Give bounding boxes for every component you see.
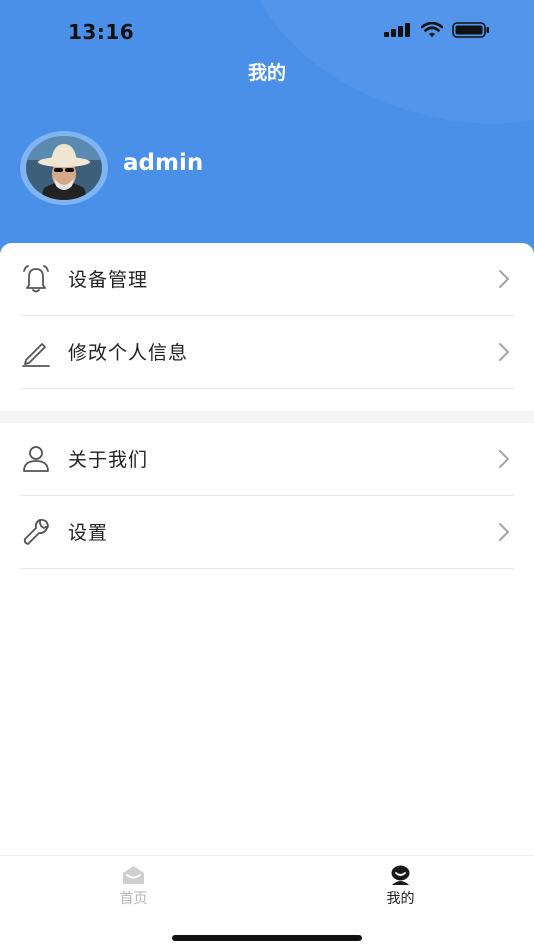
bell-icon (23, 265, 49, 293)
tab-home[interactable]: 首页 (0, 856, 267, 926)
menu-item-label: 修改个人信息 (68, 342, 189, 364)
status-bar: 13:16 (0, 0, 534, 64)
menu-item-edit-profile[interactable]: 修改个人信息 (20, 316, 514, 389)
user-icon (23, 446, 49, 472)
avatar[interactable] (20, 131, 108, 205)
chevron-right-icon (499, 343, 509, 361)
status-icons (384, 22, 490, 38)
tab-home-label: 首页 (119, 891, 148, 907)
chevron-right-icon (499, 450, 509, 468)
avatar-image (26, 136, 102, 200)
profile-screen: 13:16 我的 admin 设备管理 修改个人信息 关于我们 设置 首页 我的 (0, 0, 534, 950)
pencil-icon (22, 343, 50, 367)
menu-item-device-management[interactable]: 设备管理 (20, 243, 514, 316)
tab-profile-label: 我的 (386, 891, 415, 907)
wrench-icon (23, 518, 49, 545)
chevron-right-icon (499, 523, 509, 541)
menu-item-about-us[interactable]: 关于我们 (20, 423, 514, 496)
menu-card: 设备管理 修改个人信息 关于我们 设置 (0, 243, 534, 855)
menu-item-settings[interactable]: 设置 (20, 496, 514, 569)
section-divider (0, 411, 534, 423)
menu-item-label: 设备管理 (68, 269, 149, 291)
profile-icon (391, 865, 410, 885)
menu-item-label: 设置 (68, 522, 109, 544)
wifi-icon (421, 22, 443, 37)
tab-profile[interactable]: 我的 (267, 856, 534, 926)
home-indicator (172, 935, 362, 941)
battery-icon (452, 22, 489, 38)
home-icon (123, 866, 144, 884)
menu-item-label: 关于我们 (68, 449, 149, 471)
status-time: 13:16 (68, 20, 135, 44)
page-title: 我的 (247, 62, 286, 84)
chevron-right-icon (499, 270, 509, 288)
profile-header: 13:16 我的 admin (0, 0, 534, 262)
signal-icon (384, 23, 410, 37)
username: admin (123, 150, 204, 176)
